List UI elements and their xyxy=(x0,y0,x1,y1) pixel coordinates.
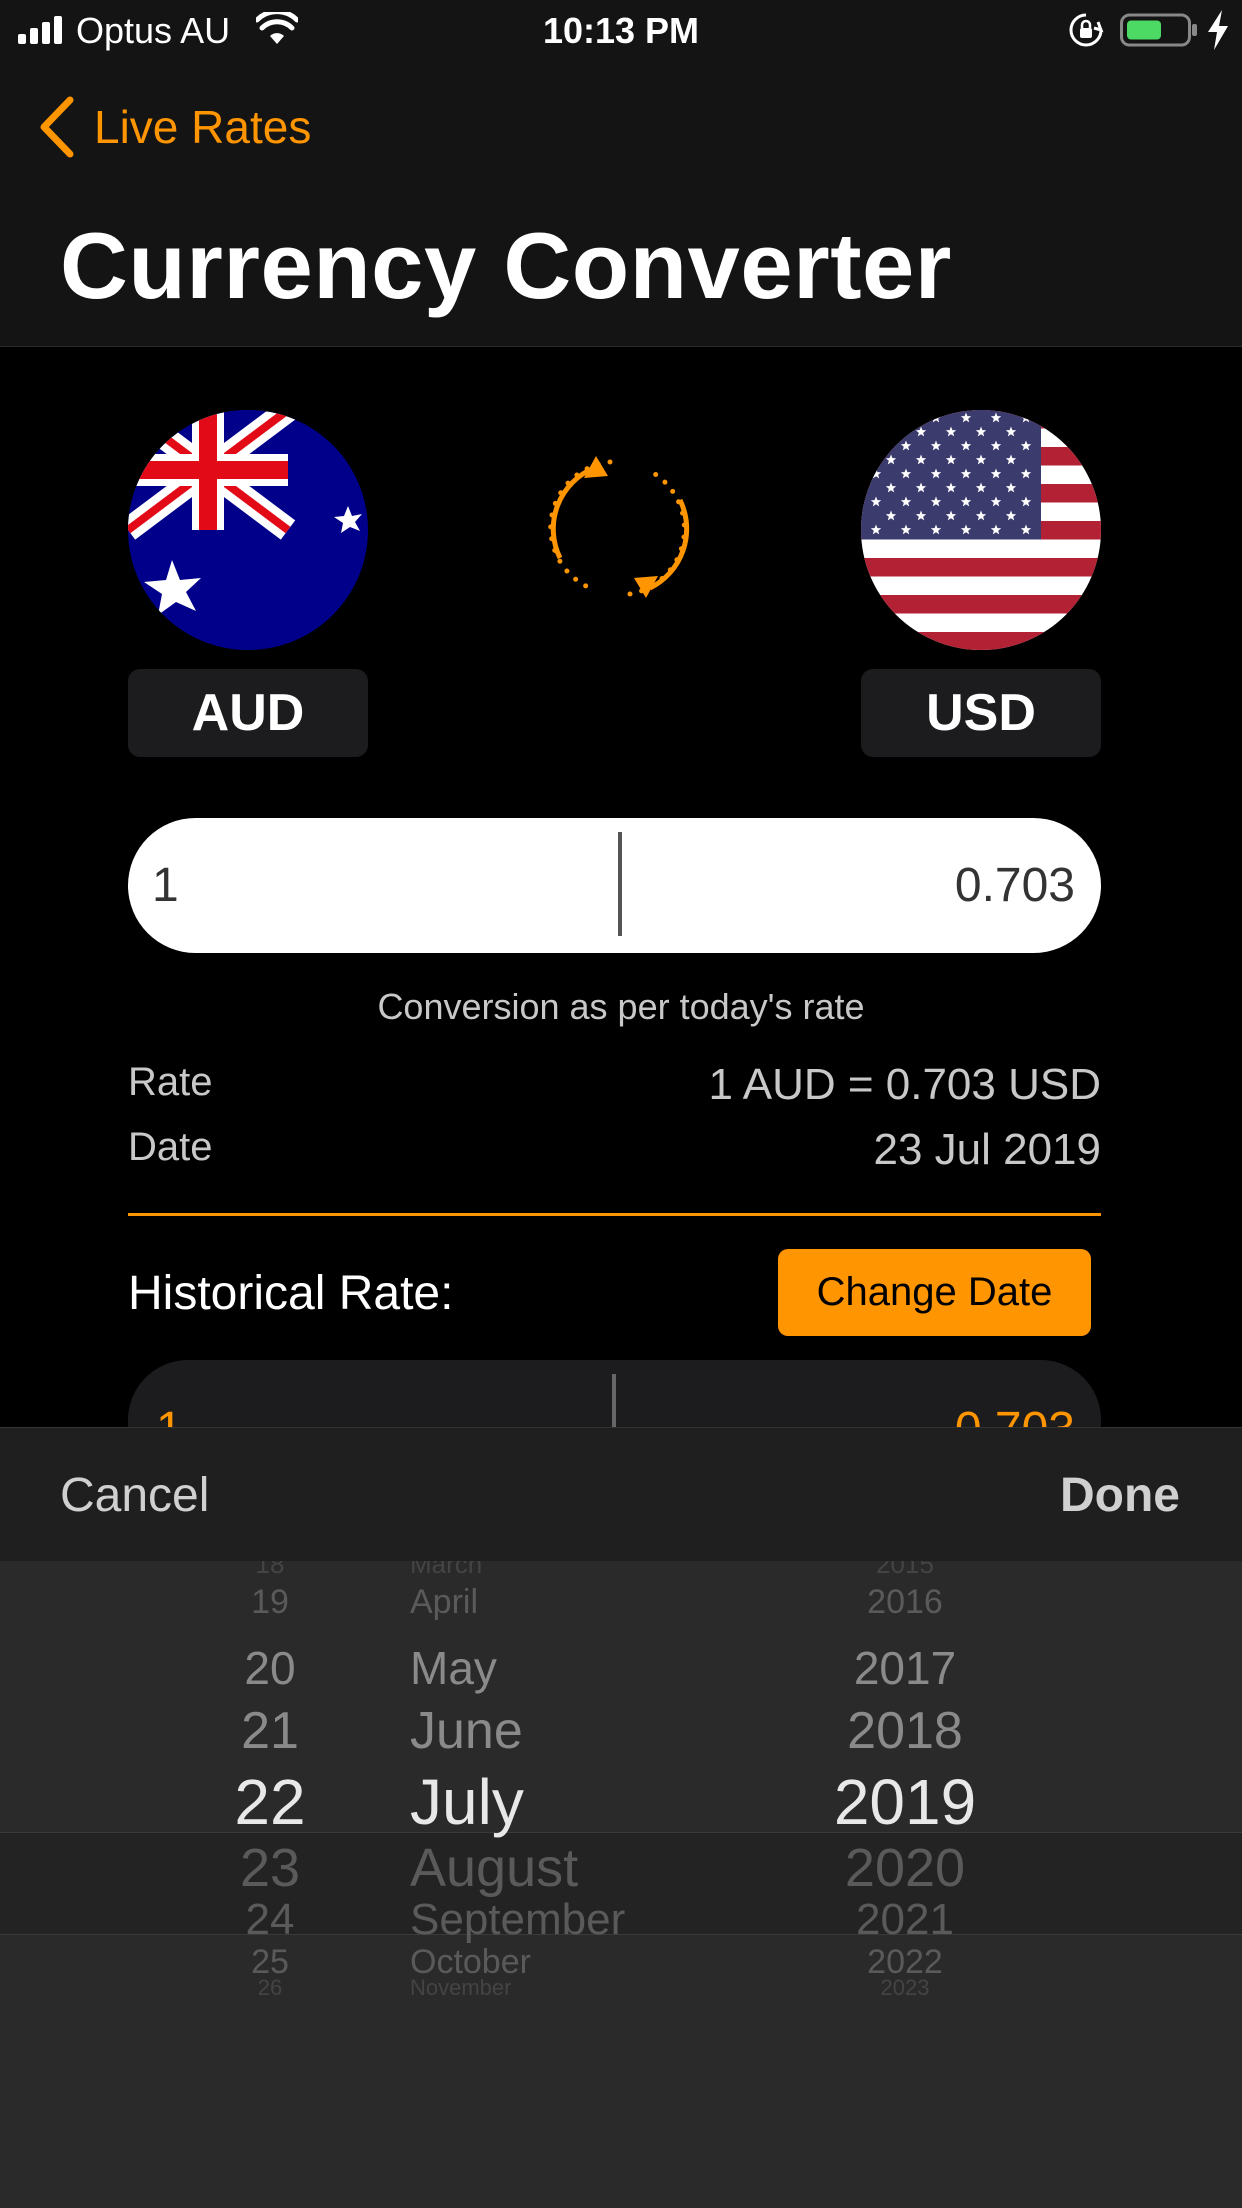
day-wheel[interactable]: 18 19 20 21 22 23 24 25 26 xyxy=(170,1561,370,2208)
pill-divider xyxy=(618,832,622,936)
month-option[interactable]: June xyxy=(410,1701,810,1761)
day-option[interactable]: 18 xyxy=(170,1561,370,1580)
year-option[interactable]: 2023 xyxy=(800,1975,1010,2001)
australia-flag-icon xyxy=(128,410,368,650)
usa-flag-icon xyxy=(861,410,1101,650)
month-option[interactable]: August xyxy=(410,1837,810,1899)
to-currency-flag[interactable] xyxy=(861,410,1101,650)
month-option-selected[interactable]: July xyxy=(410,1765,810,1839)
date-label: Date xyxy=(128,1125,213,1169)
day-option[interactable]: 20 xyxy=(170,1641,370,1695)
month-option[interactable]: April xyxy=(410,1583,810,1622)
flag-star xyxy=(870,412,882,423)
month-option[interactable]: September xyxy=(410,1895,810,1945)
back-button-label: Live Rates xyxy=(94,101,312,153)
year-option[interactable]: 2021 xyxy=(800,1895,1010,1945)
year-option[interactable]: 2020 xyxy=(800,1837,1010,1899)
day-option[interactable]: 21 xyxy=(170,1701,370,1761)
year-option-selected[interactable]: 2019 xyxy=(800,1765,1010,1839)
month-option[interactable]: May xyxy=(410,1641,810,1695)
month-wheel[interactable]: March April May June July August Septemb… xyxy=(410,1561,810,2208)
navigation-header: Live Rates Currency Converter xyxy=(0,62,1242,347)
year-option[interactable]: 2015 xyxy=(800,1561,1010,1580)
year-option[interactable]: 2016 xyxy=(800,1583,1010,1622)
flag-star xyxy=(870,440,882,451)
status-bar: Optus AU 10:13 PM xyxy=(0,0,1242,62)
to-currency-button[interactable]: USD xyxy=(861,669,1101,757)
flag-star xyxy=(900,412,912,423)
day-option[interactable]: 26 xyxy=(170,1975,370,2001)
year-option[interactable]: 2017 xyxy=(800,1641,1010,1695)
done-button[interactable]: Done xyxy=(1060,1468,1180,1523)
rotation-lock-icon xyxy=(1069,13,1104,47)
section-divider xyxy=(128,1213,1101,1216)
from-currency-flag[interactable] xyxy=(128,410,368,650)
day-option-selected[interactable]: 22 xyxy=(170,1765,370,1839)
month-option[interactable]: November xyxy=(410,1975,810,2001)
status-time: 10:13 PM xyxy=(542,10,700,51)
year-option[interactable]: 2018 xyxy=(800,1701,1010,1761)
charging-icon xyxy=(1208,10,1228,50)
conversion-note: Conversion as per today's rate xyxy=(377,986,865,1027)
amount-input[interactable] xyxy=(152,818,572,953)
day-option[interactable]: 24 xyxy=(170,1895,370,1945)
amount-converter: 0.703 xyxy=(128,818,1101,953)
month-option[interactable]: March xyxy=(410,1561,810,1580)
cancel-button[interactable]: Cancel xyxy=(60,1468,209,1523)
day-option[interactable]: 19 xyxy=(170,1583,370,1622)
battery-icon xyxy=(1120,13,1197,47)
picker-toolbar: Cancel Done xyxy=(0,1427,1242,1561)
swap-arrows-icon[interactable] xyxy=(530,438,710,618)
year-wheel[interactable]: 2015 2016 2017 2018 2019 2020 2021 2022 … xyxy=(800,1561,1010,2208)
historical-rate-label: Historical Rate: xyxy=(128,1267,454,1320)
day-option[interactable]: 23 xyxy=(170,1837,370,1899)
page-title: Currency Converter xyxy=(60,213,952,318)
converted-amount: 0.703 xyxy=(954,859,1075,912)
date-picker[interactable]: 18 19 20 21 22 23 24 25 26 March April M… xyxy=(0,1561,1242,2208)
rate-value: 1 AUD = 0.703 USD xyxy=(708,1060,1101,1109)
chevron-left-icon xyxy=(40,96,74,158)
flag-star xyxy=(885,426,897,437)
change-date-button[interactable]: Change Date xyxy=(778,1249,1091,1336)
from-currency-button[interactable]: AUD xyxy=(128,669,368,757)
back-button[interactable]: Live Rates xyxy=(36,94,311,160)
date-value: 23 Jul 2019 xyxy=(873,1125,1101,1174)
rate-label: Rate xyxy=(128,1060,213,1104)
